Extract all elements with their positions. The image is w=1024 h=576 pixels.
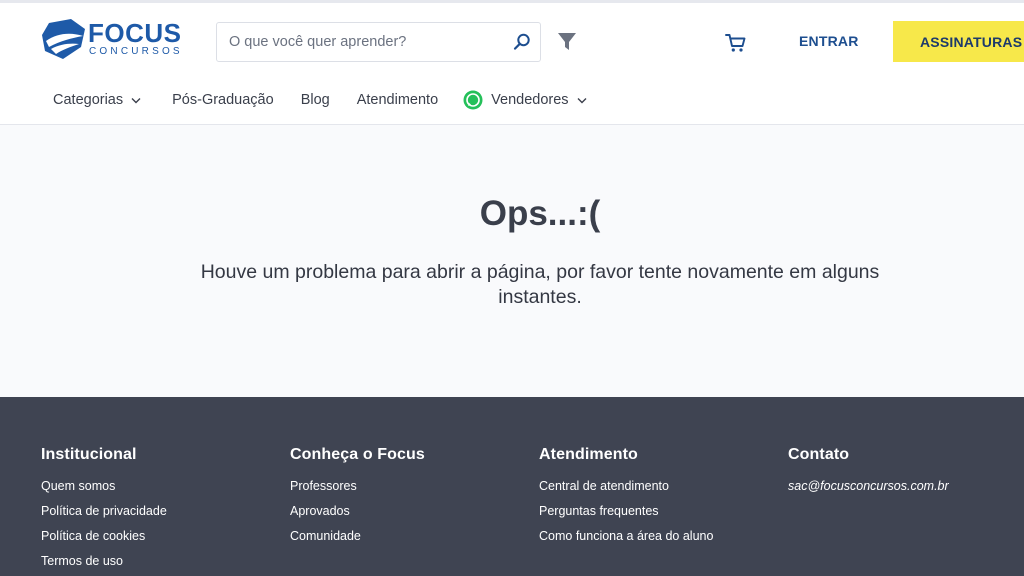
nav-blog-label: Blog xyxy=(300,92,330,108)
cart-icon[interactable] xyxy=(725,32,747,54)
brand-subtitle: CONCURSOS xyxy=(89,46,183,57)
footer-link-cookies[interactable]: Política de cookies xyxy=(41,524,167,549)
search-input[interactable] xyxy=(229,23,509,61)
error-title: Ops...:( xyxy=(479,194,601,233)
nav-atendimento-label: Atendimento xyxy=(356,92,439,108)
footer-link-termos[interactable]: Termos de uso xyxy=(41,549,167,574)
chevron-down-icon xyxy=(131,97,141,103)
search-icon[interactable] xyxy=(512,32,532,52)
error-message: Houve um problema para abrir a página, p… xyxy=(200,261,880,308)
logo-mark-icon xyxy=(42,19,85,59)
footer-column-contato: Contato sac@focusconcursos.com.br xyxy=(788,446,949,499)
footer-link-comunidade[interactable]: Comunidade xyxy=(290,524,425,549)
main-content: Ops...:( Houve um problema para abrir a … xyxy=(0,126,1024,397)
brand-name: FOCUS xyxy=(88,18,182,48)
login-link[interactable]: ENTRAR xyxy=(799,33,859,49)
footer-link-area-aluno[interactable]: Como funciona a área do aluno xyxy=(539,524,713,549)
nav-vendedores-label: Vendedores xyxy=(491,92,569,108)
footer-heading: Contato xyxy=(788,446,850,463)
site-header: FOCUS CONCURSOS ENTRAR ASSINATURAS Categ… xyxy=(0,3,1024,125)
nav-vendedores[interactable]: Vendedores xyxy=(463,90,587,110)
footer-link-central[interactable]: Central de atendimento xyxy=(539,474,713,499)
brand-logo[interactable]: FOCUS CONCURSOS xyxy=(41,17,181,63)
nav-pos-label: Pós-Graduação xyxy=(172,92,274,108)
footer-heading: Conheça o Focus xyxy=(290,446,425,463)
main-nav: Categorias Pós-Graduação Blog Atendiment… xyxy=(53,89,587,111)
footer-link-privacidade[interactable]: Política de privacidade xyxy=(41,499,167,524)
nav-pos-graduacao[interactable]: Pós-Graduação xyxy=(172,92,274,108)
footer-column-atendimento: Atendimento Central de atendimento Pergu… xyxy=(539,446,713,549)
footer-column-conheca: Conheça o Focus Professores Aprovados Co… xyxy=(290,446,425,549)
search-box xyxy=(216,22,541,62)
footer-link-aprovados[interactable]: Aprovados xyxy=(290,499,425,524)
footer-heading: Atendimento xyxy=(539,446,638,463)
subscribe-button[interactable]: ASSINATURAS xyxy=(893,21,1024,62)
nav-categorias[interactable]: Categorias xyxy=(53,92,141,108)
footer-link-email[interactable]: sac@focusconcursos.com.br xyxy=(788,474,949,499)
nav-categorias-label: Categorias xyxy=(53,92,124,108)
whatsapp-icon xyxy=(463,90,483,110)
site-footer: Institucional Quem somos Política de pri… xyxy=(0,397,1024,576)
footer-column-institucional: Institucional Quem somos Política de pri… xyxy=(41,446,167,574)
footer-link-perguntas[interactable]: Perguntas frequentes xyxy=(539,499,713,524)
footer-heading: Institucional xyxy=(41,446,137,463)
footer-link-quem-somos[interactable]: Quem somos xyxy=(41,474,167,499)
nav-atendimento[interactable]: Atendimento xyxy=(357,92,438,108)
filter-icon[interactable] xyxy=(557,31,577,53)
chevron-down-icon xyxy=(577,97,587,103)
nav-blog[interactable]: Blog xyxy=(301,92,330,108)
footer-link-professores[interactable]: Professores xyxy=(290,474,425,499)
